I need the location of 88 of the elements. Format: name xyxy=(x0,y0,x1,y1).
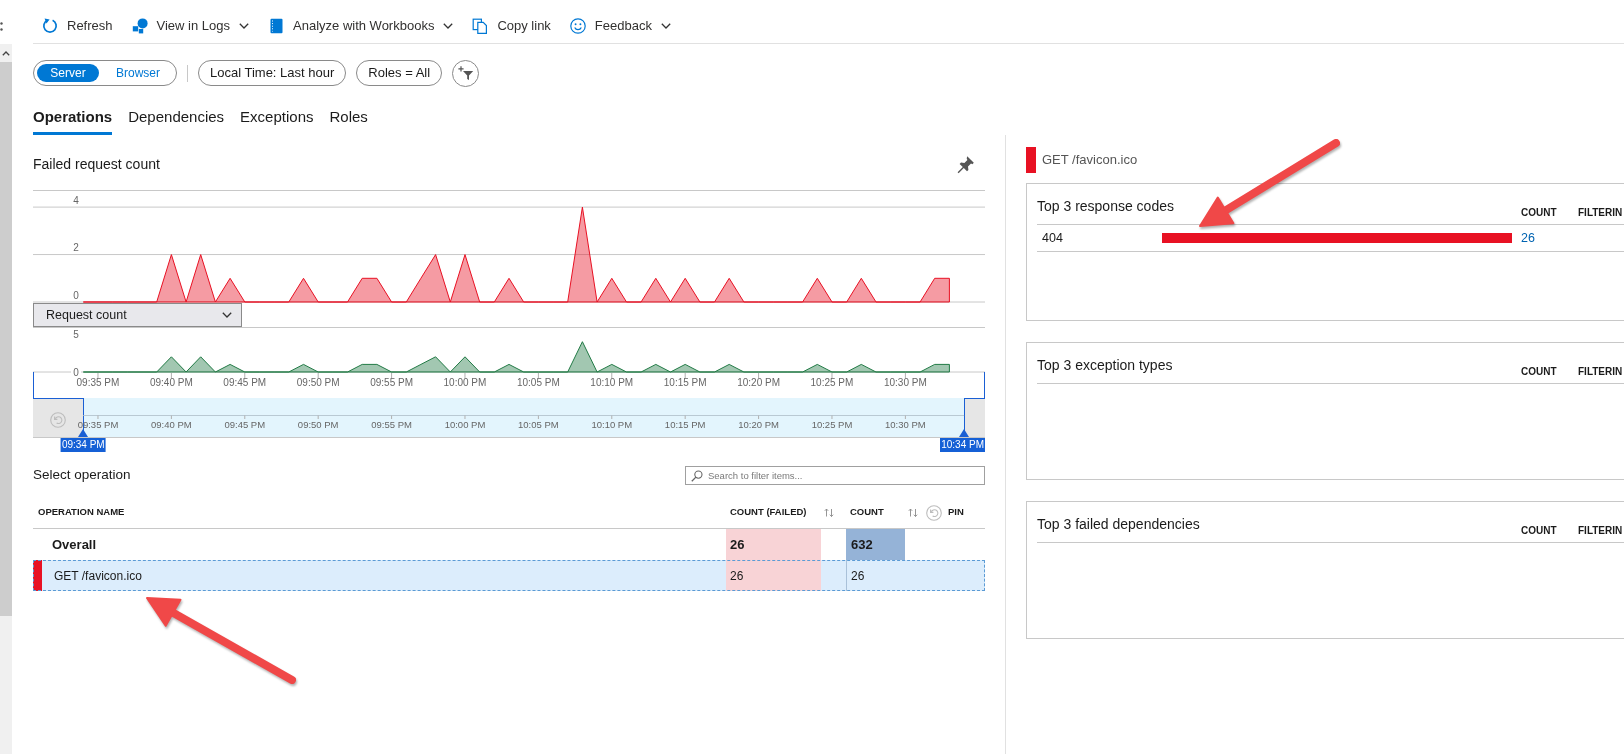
column-header[interactable]: COUNT xyxy=(846,505,905,520)
chevron-down-icon xyxy=(222,312,232,318)
column-header: PIN xyxy=(948,505,964,520)
y-axis-label: 0 xyxy=(73,366,79,378)
x-axis-label: 10:20 PM xyxy=(737,377,780,388)
tab[interactable]: Operations xyxy=(33,103,113,135)
table-cell-text: Overall xyxy=(52,535,97,554)
table-cell: 26 xyxy=(726,560,821,591)
metric-dropdown[interactable]: Request count xyxy=(33,303,242,327)
x-axis-label: 09:50 PM xyxy=(296,377,340,388)
brush-axis-label: 10:20 PM xyxy=(738,419,779,430)
card-title: Top 3 failed dependencies xyxy=(1037,515,1201,532)
operation-row[interactable]: Overall 26 632 xyxy=(33,529,985,560)
caret-up-icon xyxy=(2,50,10,56)
column-header: OPERATION NAME xyxy=(37,505,125,520)
tab[interactable]: Dependencies xyxy=(128,103,225,135)
column-header: COUNT xyxy=(1521,525,1558,538)
x-axis-label: 10:10 PM xyxy=(590,377,634,388)
brush-axis-label: 10:05 PM xyxy=(518,419,559,430)
y-axis-label: 2 xyxy=(73,242,79,254)
table-cell: 26 xyxy=(846,560,905,591)
feedback-button[interactable]: Feedback xyxy=(564,11,676,41)
chart-title: Failed request count xyxy=(33,154,160,174)
column-header: COUNT xyxy=(1521,207,1558,220)
card-title: Top 3 exception types xyxy=(1037,356,1174,373)
chevron-down-icon xyxy=(660,23,671,29)
dots-icon xyxy=(0,22,3,31)
column-header: FILTERIN xyxy=(1578,366,1624,379)
y-axis-label: 4 xyxy=(73,194,79,206)
tab[interactable]: Exceptions xyxy=(240,103,314,135)
x-axis-label: 09:55 PM xyxy=(370,377,413,388)
table-cell-text: 404 xyxy=(1041,229,1064,247)
chevron-down-icon xyxy=(239,23,249,29)
refresh-icon xyxy=(42,18,58,34)
scrollbar-thumb[interactable] xyxy=(0,62,12,616)
refresh-button[interactable]: Refresh xyxy=(37,11,118,41)
selection-border xyxy=(984,371,985,398)
sort-icon[interactable] xyxy=(824,508,834,517)
search-icon xyxy=(691,470,703,482)
brush-axis-label: 10:30 PM xyxy=(885,419,926,430)
operation-row[interactable]: GET /favicon.ico 26 26 xyxy=(33,560,985,591)
brush-axis-label: 10:10 PM xyxy=(591,419,633,430)
brush-axis-label: 09:45 PM xyxy=(224,419,266,430)
column-header: FILTERIN xyxy=(1578,525,1624,538)
table-cell: 632 xyxy=(846,529,905,560)
blocks-icon xyxy=(131,18,148,34)
brush-axis-label: 10:15 PM xyxy=(664,419,706,430)
column-header: COUNT xyxy=(1521,366,1558,379)
unselected-range xyxy=(964,398,985,437)
detail-title: GET /favicon.ico xyxy=(1042,151,1138,170)
copy-icon xyxy=(472,18,489,34)
x-axis-label: 09:45 PM xyxy=(223,377,267,388)
handle-label: 10:34 PM xyxy=(940,438,985,452)
x-axis-label: 10:25 PM xyxy=(810,377,854,388)
notebook-icon xyxy=(268,18,284,34)
y-axis-label: 5 xyxy=(73,328,79,340)
column-header: FILTERIN xyxy=(1578,207,1624,220)
table-cell: 26 xyxy=(726,529,821,560)
x-axis-label: 10:00 PM xyxy=(443,377,487,388)
table-cell-text: GET /favicon.ico xyxy=(54,567,142,585)
copy-link-button[interactable]: Copy link xyxy=(467,11,556,41)
segment-button[interactable]: Server xyxy=(37,64,99,82)
section-title: Select operation xyxy=(33,466,131,485)
funnel-plus-icon xyxy=(457,65,474,81)
smiley-icon xyxy=(569,18,586,34)
column-header[interactable]: COUNT (FAILED) xyxy=(726,505,821,520)
chevron-down-icon xyxy=(443,23,454,29)
brush-axis-label: 09:50 PM xyxy=(297,419,339,430)
search-field[interactable]: Search to filter items... xyxy=(685,466,985,485)
card-title: Top 3 response codes xyxy=(1037,197,1175,214)
tab[interactable]: Roles xyxy=(329,103,368,135)
x-axis-label: 10:15 PM xyxy=(663,377,707,388)
y-axis-label: 0 xyxy=(73,289,79,301)
count-link[interactable]: 26 xyxy=(1521,228,1535,248)
x-axis-label: 09:35 PM xyxy=(76,377,120,388)
brush-axis-label: 09:55 PM xyxy=(371,419,412,430)
brush-axis-label: 10:25 PM xyxy=(811,419,853,430)
workbooks-button[interactable]: Analyze with Workbooks xyxy=(263,11,459,41)
sort-icon[interactable] xyxy=(908,508,918,517)
brush-axis-label: 10:00 PM xyxy=(444,419,486,430)
x-axis-label: 10:30 PM xyxy=(883,377,927,388)
x-axis-label: 10:05 PM xyxy=(516,377,560,388)
segment-button[interactable]: Browser xyxy=(107,64,169,82)
handle-label: 09:34 PM xyxy=(60,438,106,452)
x-axis-label: 09:40 PM xyxy=(149,377,193,388)
brush-axis-label: 09:40 PM xyxy=(151,419,192,430)
pin-icon[interactable] xyxy=(956,154,975,174)
view-logs-button[interactable]: View in Logs xyxy=(126,11,254,41)
